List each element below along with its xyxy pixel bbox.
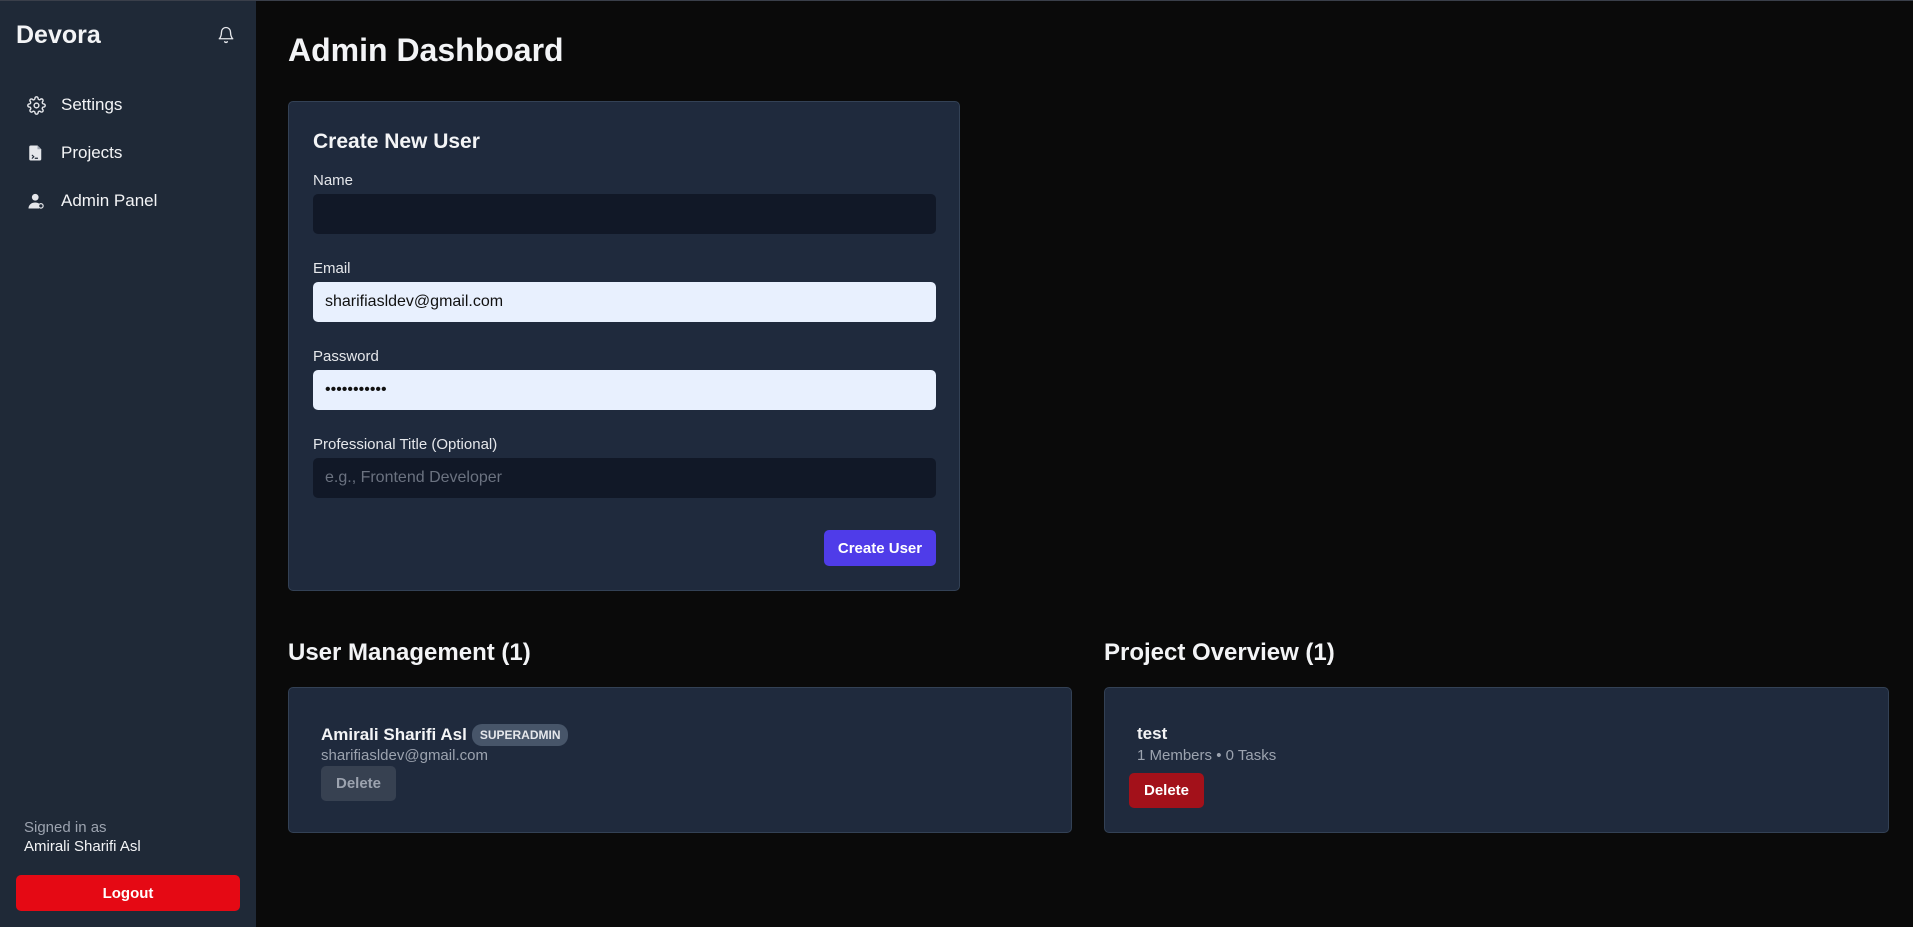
role-badge: SUPERADMIN [471,724,569,746]
user-name-text: Amirali Sharifi Asl [321,725,467,744]
delete-user-button[interactable]: Delete [321,766,396,801]
create-user-card: Create New User Name Email Password Prof… [288,101,960,591]
create-user-title: Create New User [313,130,480,153]
project-meta: 1 Members • 0 Tasks [1137,747,1277,764]
email-label: Email [313,260,351,277]
sidebar-item-label: Settings [61,95,123,114]
sidebar-item-label: Projects [61,143,123,162]
gear-icon [26,95,46,115]
logout-button[interactable]: Logout [16,875,240,911]
project-overview-card: test 1 Members • 0 Tasks Delete [1104,687,1889,833]
email-field[interactable] [313,282,936,322]
brand-logo[interactable]: Devora [16,21,101,50]
password-field[interactable] [313,370,936,410]
user-email: sharifiasldev@gmail.com [321,747,488,764]
window-top-border [0,0,1913,1]
sidebar-item-settings[interactable]: Settings [16,85,240,125]
sidebar-nav: Settings Projects Admin Panel [16,85,240,229]
project-name: test [1137,724,1168,743]
user-icon [26,191,46,211]
signed-in-label: Signed in as [24,819,107,836]
project-overview-title: Project Overview (1) [1104,639,1335,666]
signed-in-info: Signed in as Amirali Sharifi Asl [24,819,141,855]
name-field[interactable] [313,194,936,234]
name-label: Name [313,172,354,189]
user-management-card: Amirali Sharifi Asl SUPERADMIN sharifias… [288,687,1072,833]
professional-title-field[interactable] [313,458,936,498]
sidebar-item-label: Admin Panel [61,191,158,210]
page-title: Admin Dashboard [288,32,564,68]
password-label: Password [313,348,379,365]
sidebar-item-admin-panel[interactable]: Admin Panel [16,181,240,221]
sidebar: Devora Settings Projects Admin Panel Sig… [0,1,256,927]
sidebar-item-projects[interactable]: Projects [16,133,240,173]
create-user-button[interactable]: Create User [824,530,936,566]
user-management-title: User Management (1) [288,639,531,666]
bell-icon[interactable] [214,23,238,47]
professional-title-label: Professional Title (Optional) [313,436,498,453]
brand-row: Devora [16,17,240,53]
document-icon [26,143,46,163]
delete-project-button[interactable]: Delete [1129,773,1204,808]
user-name: Amirali Sharifi Asl SUPERADMIN [321,724,569,746]
signed-in-name: Amirali Sharifi Asl [24,838,141,855]
